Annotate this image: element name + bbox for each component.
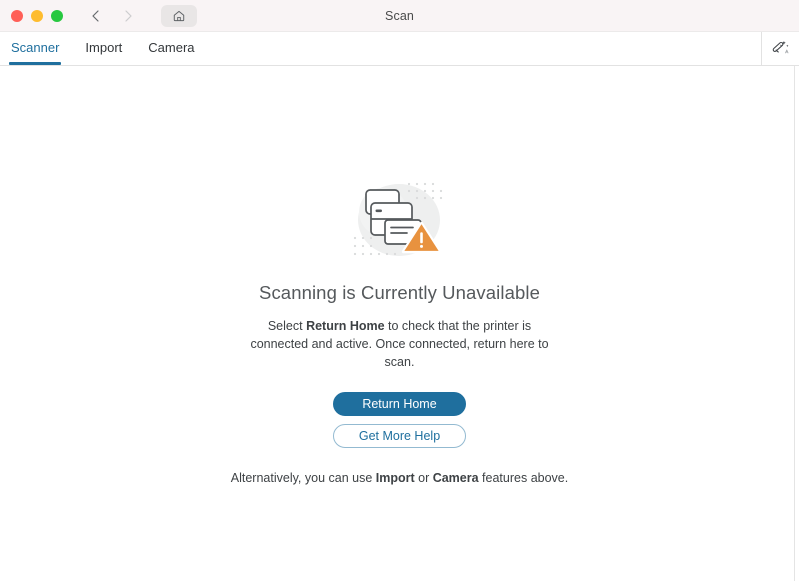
tab-scanner-label: Scanner — [11, 40, 60, 55]
get-more-help-button[interactable]: Get More Help — [333, 424, 466, 449]
status-description: Select Return Home to check that the pri… — [250, 318, 550, 371]
return-home-button[interactable]: Return Home — [333, 392, 466, 417]
maximize-window-button[interactable] — [51, 9, 63, 22]
main-content: Scanning is Currently Unavailable Select… — [0, 66, 799, 581]
page-title: Scanning is Currently Unavailable — [259, 282, 540, 303]
alternative-hint-bold1: Import — [375, 471, 415, 486]
alternative-hint-part1: Alternatively, you can use — [230, 471, 376, 486]
forward-button[interactable] — [115, 5, 141, 27]
tab-list: Scanner Import Camera — [0, 32, 195, 65]
scan-app-window: Scan Scanner Import Camera Scanning is C… — [0, 0, 799, 581]
get-more-help-button-label: Get More Help — [358, 429, 441, 444]
magic-wand-button[interactable] — [761, 32, 799, 65]
tab-scanner[interactable]: Scanner — [8, 32, 62, 65]
traffic-lights — [11, 9, 63, 22]
navigation-controls — [83, 5, 141, 27]
tab-import[interactable]: Import — [85, 32, 122, 65]
alternative-hint-part3: features above. — [478, 471, 569, 486]
tab-camera[interactable]: Camera — [148, 32, 194, 65]
printer-warning-illustration — [345, 176, 455, 268]
minimize-window-button[interactable] — [31, 9, 43, 22]
magic-wand-icon — [771, 39, 790, 58]
close-window-button[interactable] — [11, 9, 23, 22]
content-right-divider — [794, 66, 795, 581]
chevron-right-icon — [121, 9, 135, 23]
home-button[interactable] — [161, 4, 197, 27]
action-buttons: Return Home Get More Help — [333, 392, 466, 449]
back-button[interactable] — [83, 5, 109, 27]
status-description-part1: Select — [267, 319, 307, 333]
alternative-hint-bold2: Camera — [432, 471, 479, 486]
status-description-bold1: Return Home — [306, 319, 385, 333]
title-bar: Scan — [0, 0, 799, 32]
return-home-button-label: Return Home — [362, 397, 437, 412]
home-icon — [172, 9, 186, 23]
tab-bar: Scanner Import Camera — [0, 32, 799, 66]
alternative-hint: Alternatively, you can use Import or Cam… — [231, 471, 568, 485]
chevron-left-icon — [89, 9, 103, 23]
tab-camera-label: Camera — [148, 40, 195, 55]
tab-import-label: Import — [85, 40, 123, 55]
alternative-hint-part2: or — [414, 471, 433, 486]
